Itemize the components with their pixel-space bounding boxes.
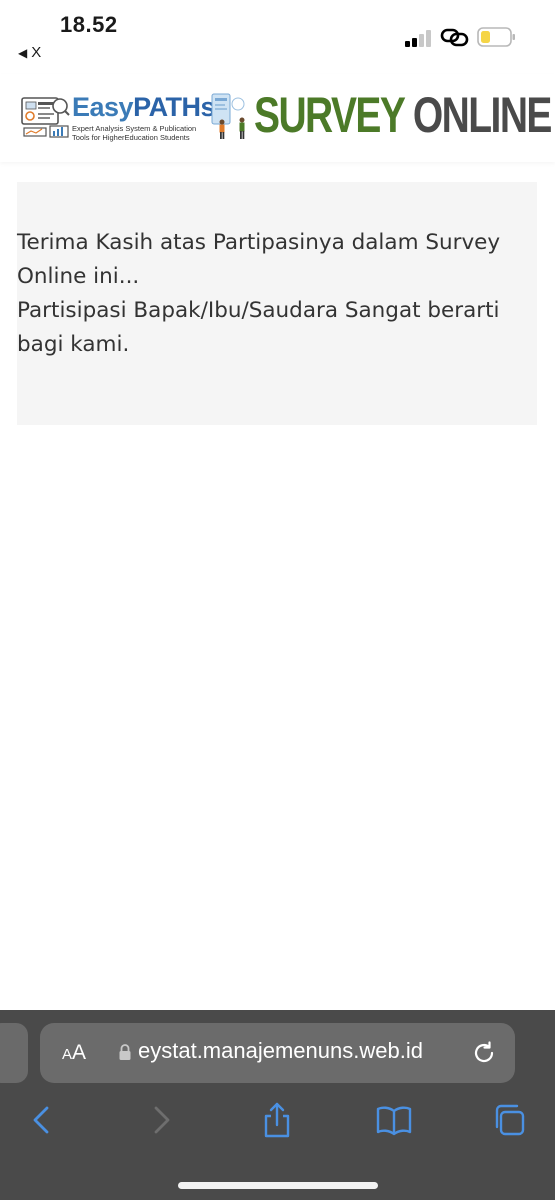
battery-icon: [477, 27, 515, 47]
brand-name-paths: PATHs: [133, 92, 216, 122]
survey-people-illustration: [211, 93, 245, 139]
back-icon[interactable]: [22, 1100, 62, 1140]
browser-toolbar: [0, 1100, 555, 1140]
thank-you-card: Terima Kasih atas Partipasinya dalam Sur…: [17, 182, 537, 425]
previous-tab-preview[interactable]: [0, 1023, 28, 1083]
tabs-icon[interactable]: [491, 1100, 531, 1140]
title-online: ONLINE: [412, 87, 553, 143]
link-icon: [440, 28, 469, 47]
brand-tagline-line2: Tools for HigherEducation Students: [72, 133, 190, 142]
site-header: EasyPATHs Expert Analysis System & Publi…: [0, 74, 555, 162]
url-text[interactable]: eystat.manajemenuns.web.id: [138, 1038, 423, 1064]
aa-large-label: A: [72, 1041, 87, 1064]
survey-online-title: SURVEY ONLINE: [254, 86, 553, 144]
participation-line: Partisipasi Bapak/Ibu/Saudara Sangat ber…: [17, 298, 500, 357]
brand-tagline-line1: Expert Analysis System & Publication: [72, 124, 197, 133]
bookmarks-icon[interactable]: [374, 1100, 414, 1140]
browser-bottom-bar: AA eystat.manajemenuns.web.id: [0, 1010, 555, 1200]
lock-icon: [119, 1044, 131, 1060]
brand-name-easy: Easy: [72, 92, 134, 122]
brand-name: EasyPATHs: [72, 92, 216, 123]
reload-icon[interactable]: [470, 1039, 498, 1067]
signal-icon: [405, 30, 431, 47]
back-triangle-icon: ◀: [18, 45, 28, 60]
back-app-label: X: [31, 44, 42, 61]
forward-icon[interactable]: [141, 1100, 181, 1140]
home-indicator[interactable]: [178, 1182, 378, 1189]
analytics-logo-icon: [21, 97, 70, 138]
thank-you-message: Terima Kasih atas Partipasinya dalam Sur…: [17, 226, 527, 362]
back-to-app[interactable]: ◀ X: [18, 44, 41, 61]
title-survey: SURVEY: [254, 87, 405, 143]
brand-tagline: Expert Analysis System & Publication Too…: [72, 124, 212, 142]
status-bar: 18.52 ◀ X: [0, 0, 555, 70]
status-time: 18.52: [60, 12, 118, 37]
address-bar[interactable]: AA eystat.manajemenuns.web.id: [40, 1023, 515, 1083]
share-icon[interactable]: [257, 1100, 297, 1140]
thank-you-line: Terima Kasih atas Partipasinya dalam Sur…: [17, 230, 501, 289]
page-settings-button[interactable]: AA: [62, 1041, 86, 1065]
aa-small-label: A: [62, 1046, 73, 1063]
